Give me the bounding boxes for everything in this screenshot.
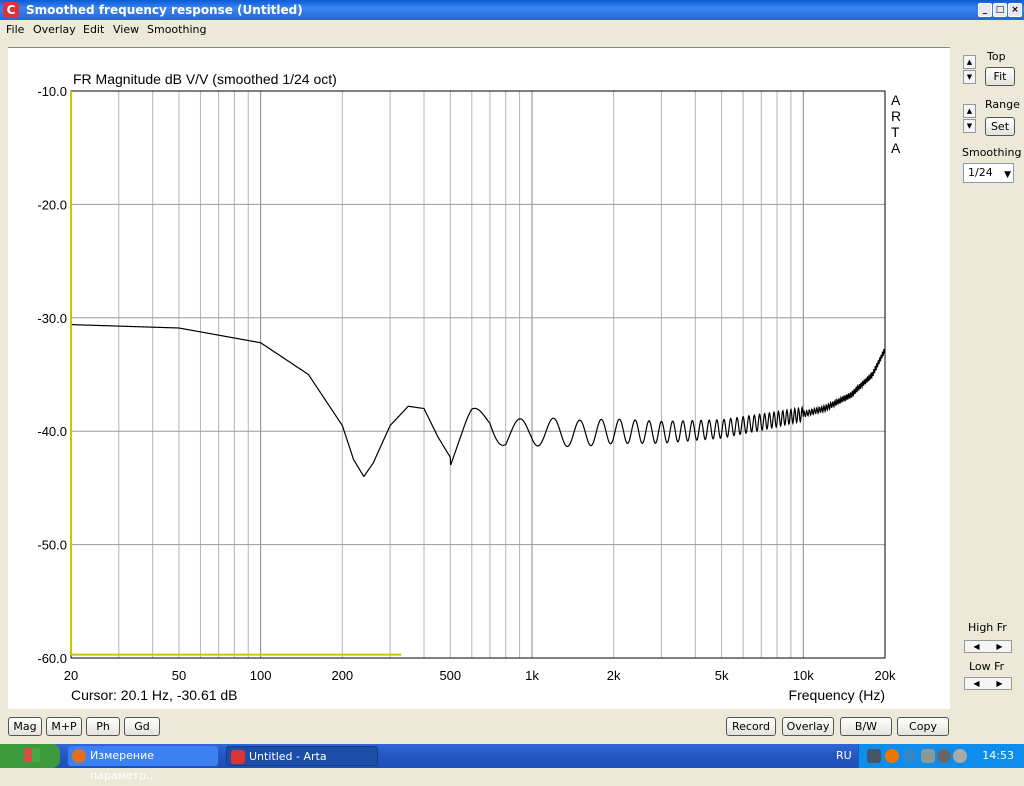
chevron-down-icon: ▼ bbox=[1004, 170, 1011, 180]
low-fr-label: Low Fr bbox=[969, 660, 1005, 673]
x-tick-label: 10k bbox=[793, 668, 814, 683]
task-browser-label: Измерение параметр… bbox=[90, 749, 158, 782]
high-fr-scroller[interactable]: ◀ ▶ bbox=[964, 640, 1012, 653]
low-fr-right-icon[interactable]: ▶ bbox=[988, 678, 1011, 689]
settings-tray-icon[interactable] bbox=[953, 749, 967, 763]
system-tray: 14:53 bbox=[858, 744, 1024, 768]
chart-title: FR Magnitude dB V/V (smoothed 1/24 oct) bbox=[73, 71, 337, 87]
menu-smoothing[interactable]: Smoothing bbox=[147, 23, 206, 36]
bw-button[interactable]: B/W bbox=[840, 717, 892, 736]
gd-button[interactable]: Gd bbox=[124, 717, 160, 736]
arta-icon bbox=[231, 750, 245, 764]
high-fr-label: High Fr bbox=[968, 621, 1007, 634]
right-control-panel: Top ▲ ▼ Fit Range ▲ ▼ Set Smoothing 1/24 ▼… bbox=[955, 47, 1021, 707]
plot-frame bbox=[70, 90, 886, 659]
y-tick-label: -20.0 bbox=[37, 197, 67, 212]
x-axis-label: Frequency (Hz) bbox=[789, 687, 885, 703]
firefox-icon bbox=[72, 749, 86, 763]
minimize-button[interactable]: _ bbox=[978, 3, 992, 17]
y-tick-label: -30.0 bbox=[37, 311, 67, 326]
start-button[interactable] bbox=[0, 744, 60, 768]
watermark-letter: A bbox=[891, 92, 901, 108]
menu-file[interactable]: File bbox=[6, 23, 24, 36]
ph-button[interactable]: Ph bbox=[86, 717, 120, 736]
top-label: Top bbox=[987, 50, 1006, 63]
taskbar: Измерение параметр… Untitled - Arta RU 1… bbox=[0, 744, 1024, 782]
x-tick-label: 1k bbox=[525, 668, 539, 683]
range-spinner[interactable]: ▲ ▼ bbox=[963, 104, 976, 134]
response-curve bbox=[70, 324, 886, 477]
windows-logo-icon bbox=[24, 748, 40, 762]
fit-button[interactable]: Fit bbox=[985, 67, 1015, 86]
smoothing-select[interactable]: 1/24 ▼ bbox=[963, 163, 1014, 183]
menu-view[interactable]: View bbox=[113, 23, 139, 36]
record-button[interactable]: Record bbox=[726, 717, 776, 736]
overlay-button[interactable]: Overlay bbox=[782, 717, 834, 736]
range-up-icon[interactable]: ▲ bbox=[963, 104, 976, 118]
set-button[interactable]: Set bbox=[985, 117, 1015, 136]
title-bar: C Smoothed frequency response (Untitled)… bbox=[0, 0, 1024, 20]
app-tray-icon[interactable] bbox=[885, 749, 899, 763]
frequency-response-chart[interactable]: FR Magnitude dB V/V (smoothed 1/24 oct) A… bbox=[8, 48, 950, 710]
smoothing-value: 1/24 bbox=[968, 166, 993, 179]
low-fr-left-icon[interactable]: ◀ bbox=[965, 678, 988, 689]
task-browser[interactable]: Измерение параметр… bbox=[68, 746, 218, 782]
volume-icon[interactable] bbox=[937, 749, 951, 763]
network-icon[interactable] bbox=[867, 749, 881, 763]
bottom-toolbar: Mag M+P Ph Gd Record Overlay B/W Copy bbox=[0, 710, 1024, 744]
x-tick-label: 5k bbox=[715, 668, 729, 683]
x-tick-label: 2k bbox=[607, 668, 621, 683]
top-up-icon[interactable]: ▲ bbox=[963, 55, 976, 69]
plot-panel[interactable]: FR Magnitude dB V/V (smoothed 1/24 oct) A… bbox=[8, 47, 950, 709]
y-tick-label: -50.0 bbox=[37, 538, 67, 553]
language-indicator[interactable]: RU bbox=[836, 749, 852, 762]
close-button[interactable]: × bbox=[1008, 3, 1022, 17]
watermark-letter: T bbox=[891, 124, 900, 140]
top-down-icon[interactable]: ▼ bbox=[963, 70, 976, 84]
x-tick-label: 20 bbox=[64, 668, 78, 683]
x-tick-label: 50 bbox=[172, 668, 186, 683]
high-fr-left-icon[interactable]: ◀ bbox=[965, 641, 988, 652]
x-tick-label: 20k bbox=[875, 668, 896, 683]
x-tick-label: 500 bbox=[439, 668, 461, 683]
low-fr-scroller[interactable]: ◀ ▶ bbox=[964, 677, 1012, 690]
monitor-icon[interactable] bbox=[921, 749, 935, 763]
y-tick-label: -40.0 bbox=[37, 424, 67, 439]
power-icon[interactable] bbox=[903, 749, 917, 763]
x-tick-label: 200 bbox=[331, 668, 353, 683]
window-title: Smoothed frequency response (Untitled) bbox=[26, 3, 303, 17]
range-down-icon[interactable]: ▼ bbox=[963, 119, 976, 133]
arta-icon: C bbox=[3, 2, 19, 18]
task-arta-label: Untitled - Arta bbox=[249, 750, 327, 763]
top-spinner[interactable]: ▲ ▼ bbox=[963, 55, 976, 85]
watermark-letter: R bbox=[891, 108, 901, 124]
range-label: Range bbox=[985, 98, 1020, 111]
menu-overlay[interactable]: Overlay bbox=[33, 23, 76, 36]
copy-button[interactable]: Copy bbox=[897, 717, 949, 736]
task-arta[interactable]: Untitled - Arta bbox=[226, 746, 378, 766]
high-fr-right-icon[interactable]: ▶ bbox=[988, 641, 1011, 652]
clock: 14:53 bbox=[982, 749, 1014, 762]
menu-bar: File Overlay Edit View Smoothing bbox=[0, 20, 1024, 40]
maximize-button[interactable]: □ bbox=[993, 3, 1007, 17]
watermark-letter: A bbox=[891, 140, 901, 156]
cursor-readout: Cursor: 20.1 Hz, -30.61 dB bbox=[71, 687, 238, 703]
mp-button[interactable]: M+P bbox=[46, 717, 82, 736]
mag-button[interactable]: Mag bbox=[8, 717, 42, 736]
range-marker-line bbox=[70, 91, 402, 656]
y-tick-label: -60.0 bbox=[37, 651, 67, 666]
menu-edit[interactable]: Edit bbox=[83, 23, 104, 36]
x-tick-label: 100 bbox=[250, 668, 272, 683]
y-tick-label: -10.0 bbox=[37, 84, 67, 99]
smoothing-label: Smoothing bbox=[962, 146, 1022, 159]
